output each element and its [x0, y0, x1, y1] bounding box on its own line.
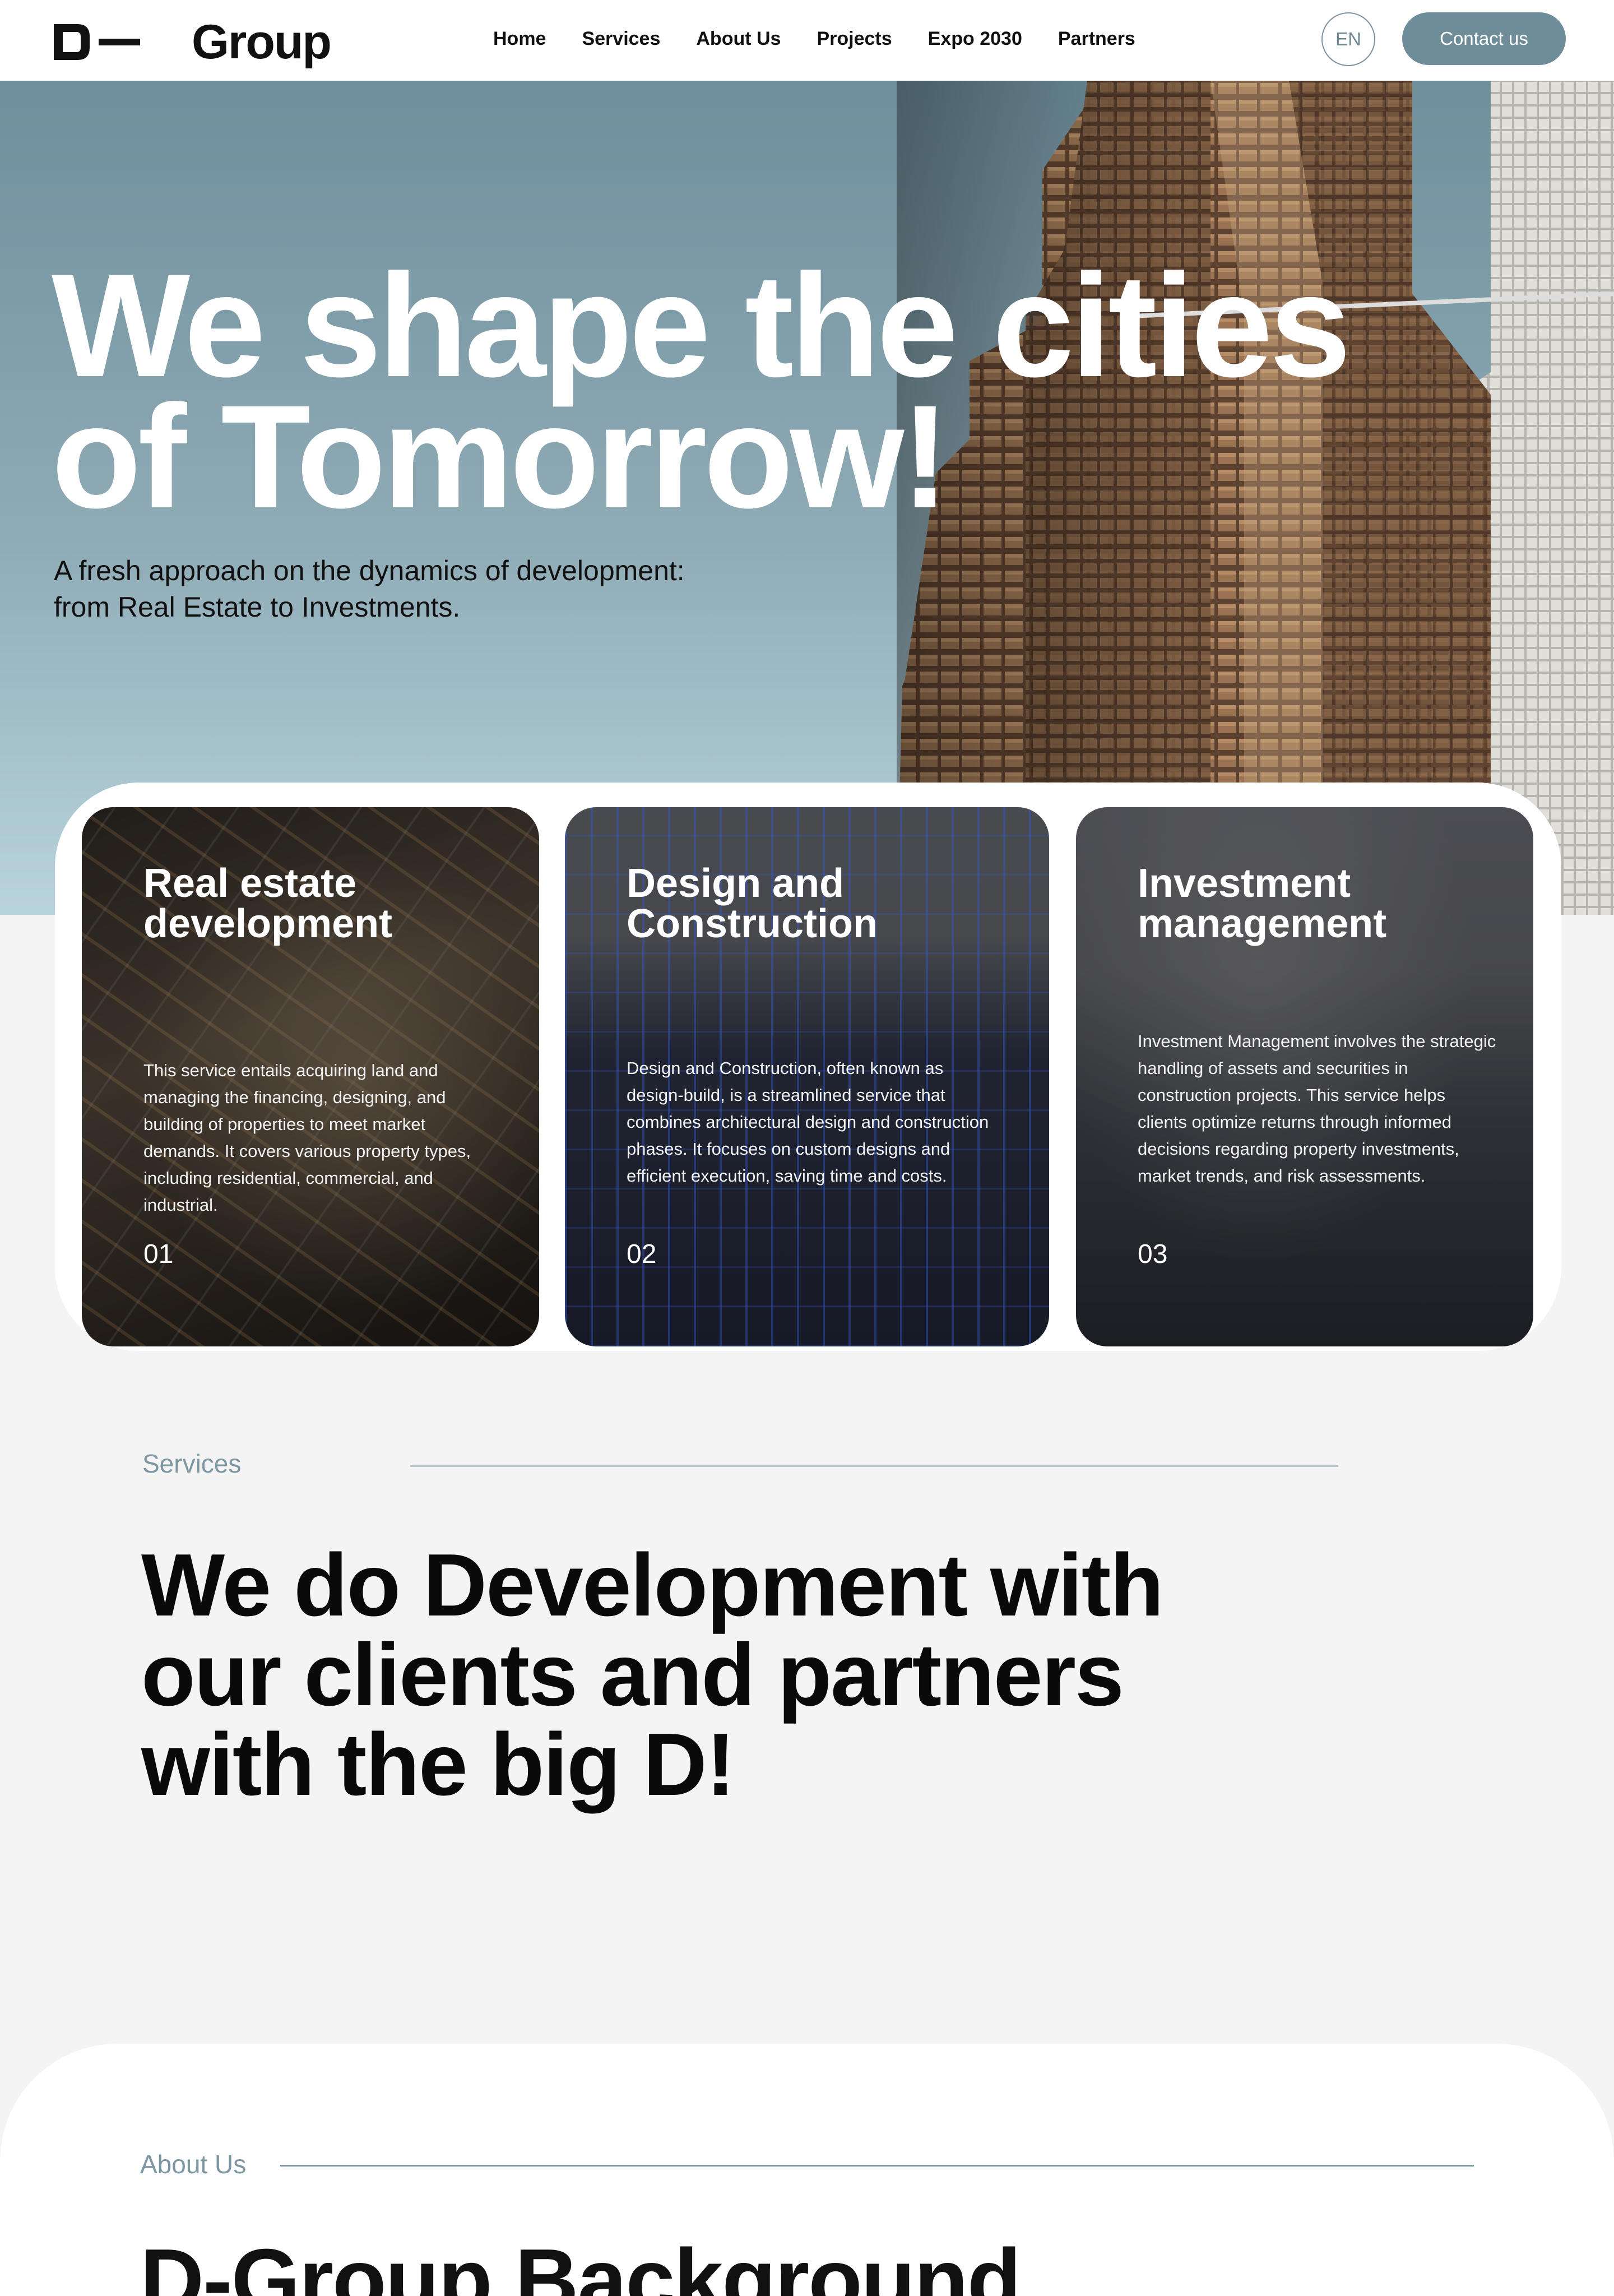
- card-title-line-1: Investment: [1138, 861, 1351, 906]
- services-heading-line-2: our clients and partners: [141, 1626, 1124, 1724]
- hero-title-line-1: We shape the cities: [52, 243, 1351, 408]
- nav-about-us[interactable]: About Us: [696, 28, 781, 50]
- service-card-design-construction[interactable]: Design and Construction Design and Const…: [565, 807, 1049, 1346]
- card-title: Investment management: [1138, 863, 1485, 944]
- contact-us-button[interactable]: Contact us: [1402, 12, 1566, 65]
- logo-mark-icon: [54, 24, 140, 60]
- site-header: Group Home Services About Us Projects Ex…: [0, 0, 1614, 81]
- services-heading-line-1: We do Development with: [141, 1536, 1164, 1635]
- card-number: 03: [1138, 1239, 1168, 1269]
- nav-home[interactable]: Home: [493, 28, 546, 50]
- main-nav: Home Services About Us Projects Expo 203…: [493, 28, 1171, 50]
- hero-title-line-2: of Tomorrow!: [52, 374, 950, 539]
- card-title-line-2: management: [1138, 901, 1387, 946]
- card-title: Real estate development: [143, 863, 491, 944]
- services-divider: [410, 1465, 1338, 1467]
- card-description: Investment Management involves the strat…: [1138, 1031, 1496, 1186]
- hero-subtitle: A fresh approach on the dynamics of deve…: [54, 553, 782, 626]
- hero-subtitle-line-1: A fresh approach on the dynamics of deve…: [54, 555, 685, 586]
- language-switch-button[interactable]: EN: [1321, 12, 1375, 66]
- card-number: 01: [143, 1239, 174, 1269]
- card-description: This service entails acquiring land and …: [143, 1061, 471, 1215]
- service-card-real-estate[interactable]: Real estate development This service ent…: [82, 807, 539, 1346]
- about-divider: [280, 2165, 1474, 2167]
- card-title-line-2: Construction: [627, 901, 878, 946]
- card-description: Design and Construction, often known as …: [627, 1058, 989, 1186]
- logo[interactable]: Group: [54, 15, 332, 69]
- card-title: Design and Construction: [627, 863, 974, 944]
- nav-partners[interactable]: Partners: [1058, 28, 1135, 50]
- nav-services[interactable]: Services: [582, 28, 660, 50]
- services-heading-line-3: with the big D!: [141, 1715, 735, 1814]
- card-title-line-1: Design and: [627, 861, 845, 906]
- services-heading: We do Development with our clients and p…: [141, 1540, 1262, 1809]
- logo-text: Group: [192, 15, 332, 69]
- card-number: 02: [627, 1239, 657, 1269]
- about-heading: D-Group Background: [140, 2231, 1021, 2296]
- about-section-label: About Us: [140, 2150, 247, 2179]
- hero-title: We shape the cities of Tomorrow!: [52, 243, 1397, 539]
- nav-projects[interactable]: Projects: [817, 28, 892, 50]
- card-title-line-1: Real estate: [143, 861, 357, 906]
- hero-subtitle-line-2: from Real Estate to Investments.: [54, 591, 461, 623]
- nav-expo-2030[interactable]: Expo 2030: [928, 28, 1022, 50]
- service-card-investment[interactable]: Investment management Investment Managem…: [1076, 807, 1533, 1346]
- services-section-label: Services: [142, 1449, 242, 1478]
- card-title-line-2: development: [143, 901, 393, 946]
